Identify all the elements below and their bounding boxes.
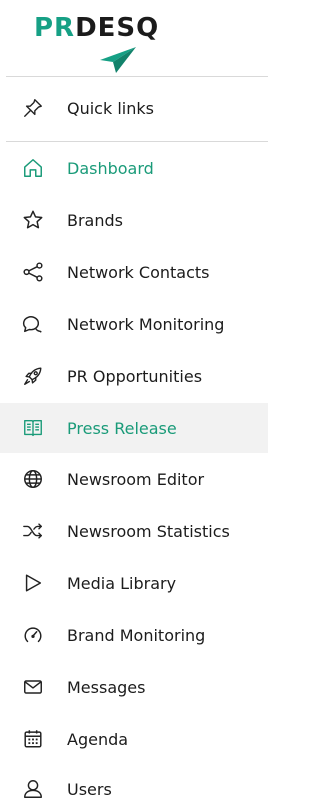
nav-item-users[interactable]: Users — [0, 767, 268, 811]
nav-item-label: Newsroom Editor — [67, 469, 205, 489]
home-icon — [21, 156, 45, 180]
quick-links-item[interactable]: Quick links — [0, 86, 268, 130]
nav-item-label: Press Release — [67, 418, 177, 438]
nav-item-label: Users — [67, 779, 112, 799]
paper-plane-icon — [99, 46, 137, 74]
nav-item-label: Network Contacts — [67, 262, 210, 282]
nav-item-label: Dashboard — [67, 158, 154, 178]
pin-icon — [21, 96, 45, 120]
nav-item-label: Agenda — [67, 729, 129, 749]
gauge-icon — [21, 623, 45, 647]
logo-wordmark: PRDESQ — [34, 13, 160, 43]
nav-item-brand-monitoring[interactable]: Brand Monitoring — [0, 613, 268, 657]
sidebar: PRDESQ Quick links Dashboard Brands Netw… — [0, 0, 268, 802]
divider — [6, 76, 268, 77]
nav-item-label: PR Opportunities — [67, 366, 203, 386]
nav-item-label: Network Monitoring — [67, 314, 225, 334]
nav-item-newsroom-editor[interactable]: Newsroom Editor — [0, 457, 268, 501]
envelope-icon — [21, 675, 45, 699]
nav-item-label: Media Library — [67, 573, 177, 593]
quick-links-label: Quick links — [67, 98, 154, 118]
nav-item-pr-opportunities[interactable]: PR Opportunities — [0, 354, 268, 398]
chat-bubbles-icon — [21, 312, 45, 336]
globe-icon — [21, 467, 45, 491]
shuffle-icon — [21, 519, 45, 543]
nav-item-agenda[interactable]: Agenda — [0, 717, 268, 761]
nav-item-messages[interactable]: Messages — [0, 665, 268, 709]
logo[interactable]: PRDESQ — [0, 0, 268, 76]
nav-item-label: Brand Monitoring — [67, 625, 206, 645]
nav-item-label: Newsroom Statistics — [67, 521, 230, 541]
nav-item-media-library[interactable]: Media Library — [0, 561, 268, 605]
nav-item-network-monitoring[interactable]: Network Monitoring — [0, 302, 268, 346]
user-icon — [21, 777, 45, 801]
star-icon — [21, 208, 45, 232]
rocket-icon — [21, 364, 45, 388]
nav-item-label: Messages — [67, 677, 146, 697]
nav-item-label: Brands — [67, 210, 123, 230]
open-book-icon — [21, 416, 45, 440]
nav-item-dashboard[interactable]: Dashboard — [0, 146, 268, 190]
play-icon — [21, 571, 45, 595]
share-icon — [21, 260, 45, 284]
nav-item-brands[interactable]: Brands — [0, 198, 268, 242]
nav-item-press-release[interactable]: Press Release — [0, 403, 268, 453]
calendar-icon — [21, 727, 45, 751]
nav-item-newsroom-statistics[interactable]: Newsroom Statistics — [0, 509, 268, 553]
nav-item-network-contacts[interactable]: Network Contacts — [0, 250, 268, 294]
divider — [6, 141, 268, 142]
